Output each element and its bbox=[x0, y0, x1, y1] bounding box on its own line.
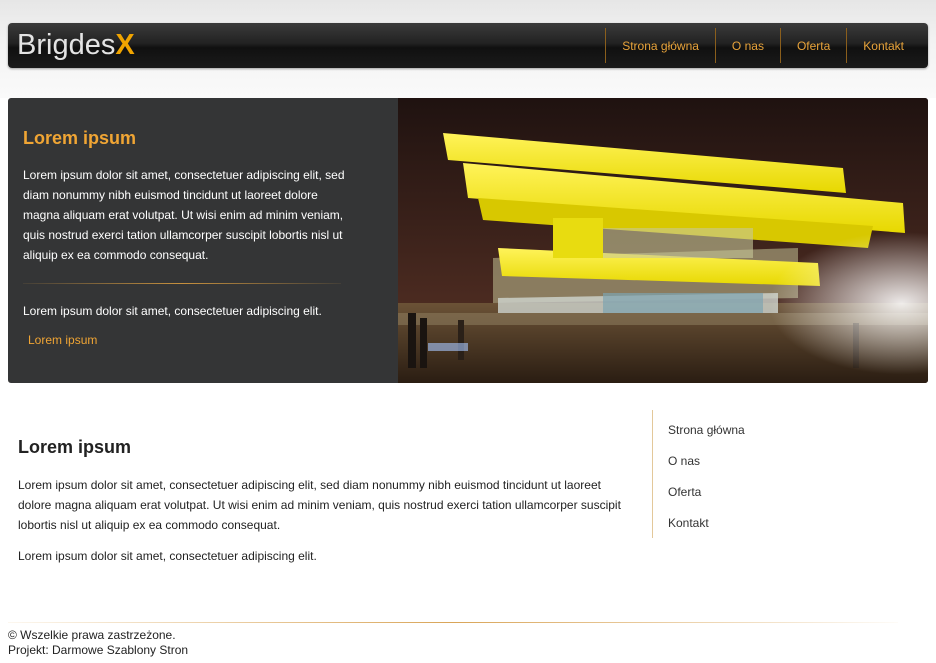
nav-item-offer[interactable]: Oferta bbox=[779, 28, 846, 63]
hero-building-photo bbox=[398, 98, 928, 383]
footer-project: Projekt: Darmowe Szablony Stron bbox=[8, 643, 189, 657]
header-bar: BrigdesX Strona główna O nas Oferta Kont… bbox=[8, 23, 928, 68]
sidebar-item-about[interactable]: O nas bbox=[668, 453, 872, 484]
hero-title: Lorem ipsum bbox=[23, 128, 137, 148]
sidebar-nav: Strona główna O nas Oferta Kontakt bbox=[652, 410, 872, 538]
footer: © Wszelkie prawa zastrzeżone. Projekt: D… bbox=[8, 628, 188, 658]
main-title: Lorem ipsum bbox=[18, 437, 132, 457]
sidebar-item-home[interactable]: Strona główna bbox=[668, 422, 872, 453]
main-nav: Strona główna O nas Oferta Kontakt bbox=[605, 28, 928, 63]
hero-link[interactable]: Lorem ipsum bbox=[28, 333, 97, 347]
sidebar-item-contact[interactable]: Kontakt bbox=[668, 515, 872, 546]
footer-divider bbox=[8, 622, 898, 623]
hero-paragraph-2: Lorem ipsum dolor sit amet, consectetuer… bbox=[23, 304, 322, 318]
footer-copyright: © Wszelkie prawa zastrzeżone. bbox=[8, 628, 176, 642]
hero-paragraph: Lorem ipsum dolor sit amet, consectetuer… bbox=[23, 168, 345, 262]
site-logo[interactable]: BrigdesX bbox=[17, 28, 135, 62]
logo-text: Brigdes bbox=[17, 29, 116, 61]
main-content: Lorem ipsum Lorem ipsum dolor sit amet, … bbox=[18, 437, 633, 577]
hero-text-panel: Lorem ipsum Lorem ipsum dolor sit amet, … bbox=[23, 128, 353, 349]
sidebar-item-offer[interactable]: Oferta bbox=[668, 484, 872, 515]
main-paragraph: Lorem ipsum dolor sit amet, consectetuer… bbox=[18, 478, 621, 532]
hero-divider bbox=[23, 283, 341, 284]
hero-banner: Lorem ipsum Lorem ipsum dolor sit amet, … bbox=[8, 98, 928, 383]
nav-item-about[interactable]: O nas bbox=[714, 28, 780, 63]
main-paragraph-2: Lorem ipsum dolor sit amet, consectetuer… bbox=[18, 549, 317, 563]
nav-item-contact[interactable]: Kontakt bbox=[846, 28, 928, 63]
nav-item-home[interactable]: Strona główna bbox=[605, 28, 715, 63]
logo-accent: X bbox=[115, 29, 135, 61]
